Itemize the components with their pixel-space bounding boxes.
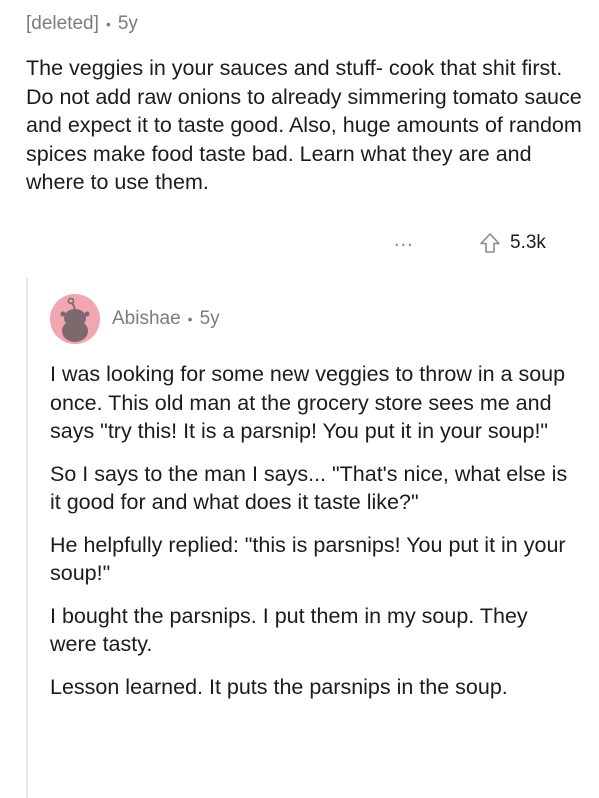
comment-age: 5y — [117, 13, 138, 34]
comment-author[interactable]: [deleted] — [26, 13, 99, 35]
reply-meta: Abishae • 5y — [112, 307, 220, 331]
snoo-avatar-icon[interactable] — [50, 294, 100, 344]
parent-comment: [deleted] • 5y The veggies in your sauce… — [26, 12, 586, 197]
reply-paragraph: Lesson learned. It puts the parsnips in … — [50, 674, 508, 699]
reply-paragraph: So I says to the man I says... "That's n… — [50, 461, 568, 515]
comment-actions: ... 5.3k — [390, 229, 580, 257]
reply-comment: Abishae • 5y I was looking for some new … — [50, 294, 580, 701]
more-options-icon[interactable]: ... — [394, 229, 414, 252]
upvote-arrow-icon — [480, 233, 500, 253]
meta-separator: • — [187, 311, 193, 327]
reply-paragraph: I bought the parsnips. I put them in my … — [50, 603, 528, 657]
reply-paragraph: I was looking for some new veggies to th… — [50, 362, 566, 443]
upvote-button[interactable]: 5.3k — [478, 231, 546, 255]
comment-meta: [deleted] • 5y — [26, 12, 586, 36]
reply-header: Abishae • 5y — [50, 294, 580, 344]
thread-line[interactable] — [26, 278, 28, 798]
reply-paragraph: He helpfully replied: "this is parsnips!… — [50, 532, 566, 586]
meta-separator: • — [105, 16, 111, 32]
upvote-count: 5.3k — [510, 232, 546, 253]
comment-body: The veggies in your sauces and stuff- co… — [26, 56, 582, 194]
reply-author[interactable]: Abishae — [112, 308, 181, 330]
reply-age: 5y — [199, 308, 220, 329]
